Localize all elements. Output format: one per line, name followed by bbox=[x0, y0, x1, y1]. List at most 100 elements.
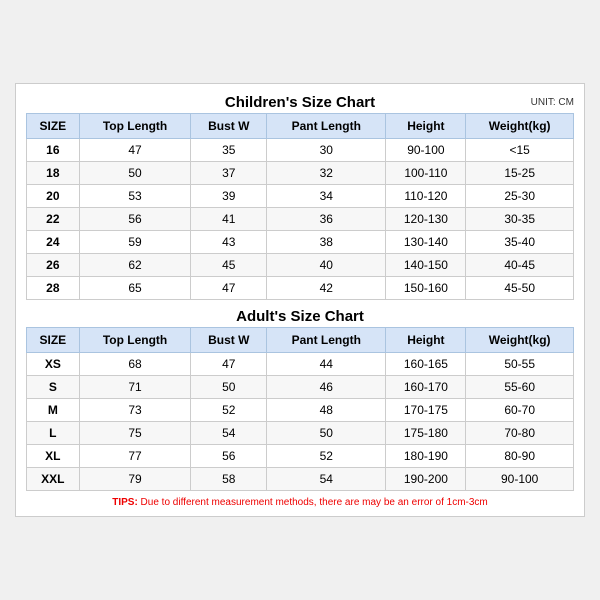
unit-label: UNIT: CM bbox=[531, 97, 574, 108]
table-cell: 26 bbox=[27, 254, 80, 277]
table-cell: 100-110 bbox=[386, 162, 466, 185]
table-cell: 110-120 bbox=[386, 185, 466, 208]
table-cell: 56 bbox=[79, 208, 191, 231]
table-cell: 62 bbox=[79, 254, 191, 277]
table-cell: 160-170 bbox=[386, 376, 466, 399]
children-title: Children's Size Chart bbox=[225, 94, 375, 111]
table-cell: M bbox=[27, 399, 80, 422]
table-cell: 43 bbox=[191, 231, 267, 254]
children-col-bustw: Bust W bbox=[191, 114, 267, 139]
table-cell: 80-90 bbox=[466, 445, 574, 468]
table-row: XXL795854190-20090-100 bbox=[27, 468, 574, 491]
tips-label: TIPS: bbox=[112, 497, 138, 508]
table-cell: 16 bbox=[27, 139, 80, 162]
table-cell: 75 bbox=[79, 422, 191, 445]
children-col-toplength: Top Length bbox=[79, 114, 191, 139]
adults-title: Adult's Size Chart bbox=[236, 308, 364, 325]
adults-table: SIZE Top Length Bust W Pant Length Heigh… bbox=[26, 327, 574, 491]
table-row: 26624540140-15040-45 bbox=[27, 254, 574, 277]
table-cell: 65 bbox=[79, 277, 191, 300]
children-col-weight: Weight(kg) bbox=[466, 114, 574, 139]
table-cell: 90-100 bbox=[466, 468, 574, 491]
table-cell: 41 bbox=[191, 208, 267, 231]
table-cell: 45 bbox=[191, 254, 267, 277]
table-cell: 35 bbox=[191, 139, 267, 162]
table-cell: 15-25 bbox=[466, 162, 574, 185]
adults-col-size: SIZE bbox=[27, 328, 80, 353]
adults-header-row: SIZE Top Length Bust W Pant Length Heigh… bbox=[27, 328, 574, 353]
table-row: XL775652180-19080-90 bbox=[27, 445, 574, 468]
table-cell: 190-200 bbox=[386, 468, 466, 491]
table-cell: 37 bbox=[191, 162, 267, 185]
adults-col-pantlength: Pant Length bbox=[267, 328, 386, 353]
table-cell: 20 bbox=[27, 185, 80, 208]
table-cell: 150-160 bbox=[386, 277, 466, 300]
table-cell: 48 bbox=[267, 399, 386, 422]
table-cell: 22 bbox=[27, 208, 80, 231]
table-cell: 47 bbox=[191, 353, 267, 376]
table-cell: 79 bbox=[79, 468, 191, 491]
tips-text: Due to different measurement methods, th… bbox=[138, 497, 488, 508]
table-cell: L bbox=[27, 422, 80, 445]
table-cell: 28 bbox=[27, 277, 80, 300]
table-cell: XL bbox=[27, 445, 80, 468]
table-cell: 38 bbox=[267, 231, 386, 254]
adults-col-toplength: Top Length bbox=[79, 328, 191, 353]
table-cell: 52 bbox=[191, 399, 267, 422]
table-cell: 71 bbox=[79, 376, 191, 399]
table-cell: 30 bbox=[267, 139, 386, 162]
table-row: 28654742150-16045-50 bbox=[27, 277, 574, 300]
children-col-size: SIZE bbox=[27, 114, 80, 139]
table-cell: 50 bbox=[267, 422, 386, 445]
table-row: L755450175-18070-80 bbox=[27, 422, 574, 445]
table-cell: 25-30 bbox=[466, 185, 574, 208]
table-row: 24594338130-14035-40 bbox=[27, 231, 574, 254]
table-row: 1647353090-100<15 bbox=[27, 139, 574, 162]
table-cell: 35-40 bbox=[466, 231, 574, 254]
table-cell: 40-45 bbox=[466, 254, 574, 277]
table-cell: 68 bbox=[79, 353, 191, 376]
table-cell: 55-60 bbox=[466, 376, 574, 399]
children-table: SIZE Top Length Bust W Pant Length Heigh… bbox=[26, 113, 574, 300]
table-cell: 50 bbox=[191, 376, 267, 399]
table-row: S715046160-17055-60 bbox=[27, 376, 574, 399]
table-row: 22564136120-13030-35 bbox=[27, 208, 574, 231]
adults-col-weight: Weight(kg) bbox=[466, 328, 574, 353]
children-col-pantlength: Pant Length bbox=[267, 114, 386, 139]
table-cell: 24 bbox=[27, 231, 80, 254]
children-col-height: Height bbox=[386, 114, 466, 139]
divider bbox=[26, 300, 574, 308]
table-cell: 53 bbox=[79, 185, 191, 208]
table-cell: 70-80 bbox=[466, 422, 574, 445]
chart-container: Children's Size Chart UNIT: CM SIZE Top … bbox=[15, 83, 585, 517]
table-cell: 50 bbox=[79, 162, 191, 185]
table-cell: 140-150 bbox=[386, 254, 466, 277]
table-cell: 47 bbox=[191, 277, 267, 300]
children-header-row: SIZE Top Length Bust W Pant Length Heigh… bbox=[27, 114, 574, 139]
table-cell: 30-35 bbox=[466, 208, 574, 231]
table-cell: 130-140 bbox=[386, 231, 466, 254]
adults-col-height: Height bbox=[386, 328, 466, 353]
table-cell: 50-55 bbox=[466, 353, 574, 376]
table-cell: 42 bbox=[267, 277, 386, 300]
table-cell: XXL bbox=[27, 468, 80, 491]
table-cell: 160-165 bbox=[386, 353, 466, 376]
table-cell: 56 bbox=[191, 445, 267, 468]
table-row: 18503732100-11015-25 bbox=[27, 162, 574, 185]
table-cell: 73 bbox=[79, 399, 191, 422]
table-cell: 60-70 bbox=[466, 399, 574, 422]
table-cell: 58 bbox=[191, 468, 267, 491]
table-cell: 175-180 bbox=[386, 422, 466, 445]
table-cell: 44 bbox=[267, 353, 386, 376]
table-cell: 34 bbox=[267, 185, 386, 208]
table-cell: 59 bbox=[79, 231, 191, 254]
table-cell: XS bbox=[27, 353, 80, 376]
table-cell: <15 bbox=[466, 139, 574, 162]
table-cell: 40 bbox=[267, 254, 386, 277]
table-row: XS684744160-16550-55 bbox=[27, 353, 574, 376]
table-cell: 47 bbox=[79, 139, 191, 162]
table-cell: 18 bbox=[27, 162, 80, 185]
table-row: 20533934110-12025-30 bbox=[27, 185, 574, 208]
table-cell: 170-175 bbox=[386, 399, 466, 422]
children-title-row: Children's Size Chart UNIT: CM bbox=[26, 94, 574, 111]
